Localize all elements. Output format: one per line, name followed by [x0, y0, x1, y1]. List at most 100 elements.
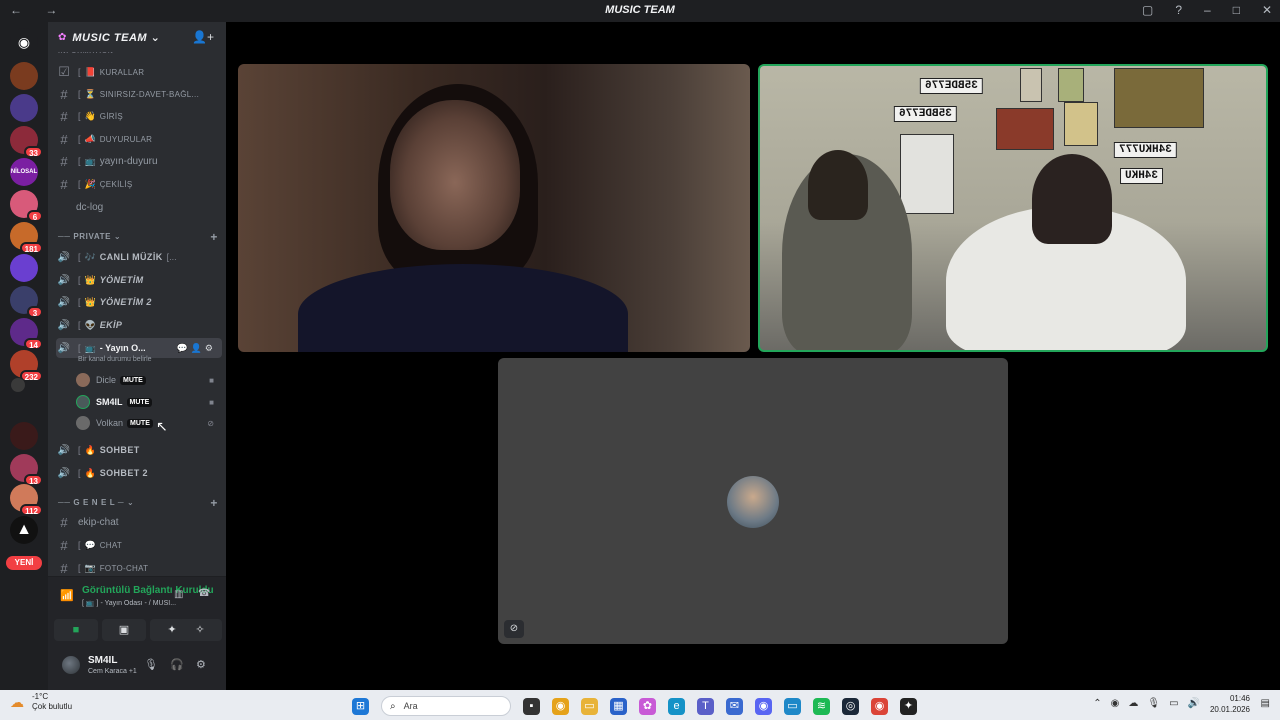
guild-header[interactable]: ✿ MUSIC TEAM ⌄ 👤+ [48, 22, 226, 52]
channel-dc-log[interactable]: dc-log [56, 197, 222, 217]
camera-icon: ■ [209, 397, 214, 407]
folder-icon[interactable]: ▭ [581, 697, 598, 715]
voice-channel-yonetim[interactable]: 🔊 [ 👑 YÖNETİM [56, 270, 222, 290]
channel-foto-chat[interactable]: # [ 📷 FOTO-CHAT [56, 558, 222, 578]
speaker-icon: 🔊 [57, 444, 71, 456]
headphones-icon[interactable]: 🎧 [170, 658, 184, 671]
server-icon[interactable]: 33 [10, 126, 43, 158]
clock[interactable]: 01:46 20.01.2026 [1210, 693, 1250, 715]
new-badge[interactable]: YENİ [6, 556, 42, 570]
voice-user-volkan[interactable]: Volkan MUTE ⊘ [76, 413, 222, 433]
voice-channel-ekip[interactable]: 🔊 [ 👽 EKİP [56, 315, 222, 335]
screen-share-button[interactable]: ▣ [102, 619, 146, 641]
server-icon[interactable]: 6 [10, 190, 43, 222]
maximize-button[interactable]: □ [1233, 3, 1240, 17]
server-icon[interactable] [11, 378, 25, 392]
unread-badge: 33 [24, 146, 43, 158]
disconnect-icon[interactable]: ☎ [198, 588, 210, 599]
chrome-alt-icon[interactable]: ◉ [871, 697, 888, 715]
server-icon[interactable] [10, 254, 38, 282]
voice-channel-sohbet-2[interactable]: 🔊 [ 🔥 SOHBET 2 [56, 463, 222, 483]
server-icon[interactable] [10, 94, 38, 122]
user-status: Cem Karaca +1 [88, 668, 137, 675]
soundboard-button[interactable]: ✧ [178, 619, 222, 641]
server-rail: ◉ 33 NİLOSAL 6 181 3 14 232 13 112 ▲ YEN… [0, 22, 48, 690]
app-icon[interactable]: ✦ [900, 697, 917, 715]
speaker-icon: 🔊 [57, 274, 71, 286]
channel-chat[interactable]: # [ 💬 CHAT [56, 535, 222, 555]
microphone-icon[interactable]: 🎙 [1147, 698, 1160, 709]
channel-sinirsiz-davet[interactable]: # [ ⏳ SINIRSIZ-DAVET-BAĞL... [56, 84, 222, 104]
avatar[interactable] [60, 654, 82, 676]
monitor-icon[interactable]: ▭ [784, 697, 801, 715]
connection-location[interactable]: [ 📺 ] - Yayın Odası - / MUSI... [82, 599, 176, 607]
channel-status-hint[interactable]: Bir kanal durumu belirle [78, 356, 152, 363]
network-icon[interactable]: ▭ [1169, 698, 1178, 709]
inbox-icon[interactable]: ▢ [1142, 3, 1153, 17]
voice-channel-yonetim-2[interactable]: 🔊 [ 👑 YÖNETİM 2 [56, 292, 222, 312]
video-tile-sm4il[interactable]: 35BDE776 35BDE776 34HKU777 34HKU [758, 64, 1268, 352]
store-icon[interactable]: ▦ [610, 697, 627, 715]
weather-widget[interactable]: ☁ -1°C Çok bulutlu [10, 692, 72, 712]
channel-actions[interactable]: 💬👤⚙ [177, 343, 216, 354]
outlook-icon[interactable]: ✉ [726, 697, 743, 715]
signal-icon[interactable]: 📶 [60, 589, 74, 602]
voice-channel-sohbet[interactable]: 🔊 [ 🔥 SOHBET [56, 440, 222, 460]
chevron-up-icon[interactable]: ⌃ [1093, 698, 1101, 709]
channel-duyurular[interactable]: # [ 📣 DUYURULAR [56, 129, 222, 149]
server-icon[interactable]: 3 [10, 286, 43, 318]
chrome-icon[interactable]: ◉ [552, 697, 569, 715]
server-icon[interactable]: 112 [10, 484, 43, 516]
security-icon[interactable]: ◉ [1111, 698, 1120, 709]
category-genel[interactable]: ── G E N E L ─ ⌄ + [58, 496, 218, 512]
camera-button[interactable]: ■ [54, 619, 98, 641]
voice-channel-canli-muzik[interactable]: 🔊 [ 🎶 CANLI MÜZİK [... [56, 247, 222, 267]
edge-icon[interactable]: e [668, 697, 685, 715]
notifications-icon[interactable]: ▤ [1261, 698, 1270, 709]
server-icon[interactable]: ▲ [10, 516, 38, 544]
add-channel-icon[interactable]: + [210, 230, 218, 244]
gear-icon[interactable]: ⚙ [196, 658, 206, 671]
server-icon[interactable]: 13 [10, 454, 43, 486]
voice-channel-yayin-odasi[interactable]: 🔊 [ 📺 - Yayın O... 💬👤⚙ [56, 338, 222, 358]
cloud-icon[interactable]: ☁ [1128, 698, 1138, 709]
channel-yayin-duyuru[interactable]: # [ 📺 yayın-duyuru [56, 151, 222, 171]
channel-giris[interactable]: # [ 👋 GİRİŞ [56, 106, 222, 126]
video-tile-volkan[interactable]: ⊘ [498, 358, 1008, 644]
channel-sidebar: ✿ MUSIC TEAM ⌄ 👤+ INFORMATION ☑ [ 📕 KURA… [48, 22, 226, 690]
channel-kurallar[interactable]: ☑ [ 📕 KURALLAR [56, 62, 222, 82]
copilot-icon[interactable]: ✿ [639, 697, 656, 715]
category-private[interactable]: ── PRIVATE ⌄ + [58, 230, 218, 246]
connection-status[interactable]: Görüntülü Bağlantı Kuruldu [82, 585, 214, 596]
server-icon[interactable]: 14 [10, 318, 43, 350]
add-channel-icon[interactable]: + [210, 496, 218, 510]
server-icon[interactable] [10, 62, 38, 90]
task-view-icon[interactable]: ▪ [523, 697, 540, 715]
channel-cekilis[interactable]: # [ 🎉 ÇEKİLİŞ [56, 174, 222, 194]
search-input[interactable]: ⌕ Ara [381, 696, 511, 716]
close-button[interactable]: ✕ [1262, 3, 1272, 17]
discord-icon[interactable]: ◉ [755, 697, 772, 715]
teams-icon[interactable]: T [697, 697, 714, 715]
server-icon[interactable]: 181 [10, 222, 43, 254]
license-plate: 34HKU777 [1114, 142, 1177, 158]
spotify-icon[interactable]: ≋ [813, 697, 830, 715]
server-icon[interactable]: 232 [10, 350, 43, 382]
voice-user-sm4il[interactable]: SM4IL MUTE ■ [76, 392, 222, 412]
steam-icon[interactable]: ◎ [842, 697, 859, 715]
noise-suppression-icon[interactable]: ▥ [174, 589, 183, 600]
start-icon[interactable]: ⊞ [352, 697, 369, 715]
microphone-icon[interactable]: 🎙 [144, 658, 158, 671]
discord-home-icon[interactable]: ◉ [10, 28, 38, 56]
volume-icon[interactable]: 🔊 [1188, 698, 1200, 709]
video-tile-dicle[interactable] [238, 64, 750, 352]
help-icon[interactable]: ? [1175, 3, 1182, 17]
unread-badge: 6 [27, 210, 43, 222]
server-icon[interactable]: NİLOSAL [10, 158, 38, 186]
server-icon[interactable] [10, 422, 38, 450]
minimize-button[interactable]: – [1204, 3, 1211, 17]
poster [1058, 68, 1084, 102]
channel-ekip-chat[interactable]: # ekip-chat [56, 512, 222, 532]
voice-user-dicle[interactable]: Dicle MUTE ■ [76, 370, 222, 390]
add-member-icon[interactable]: 👤+ [192, 30, 214, 44]
